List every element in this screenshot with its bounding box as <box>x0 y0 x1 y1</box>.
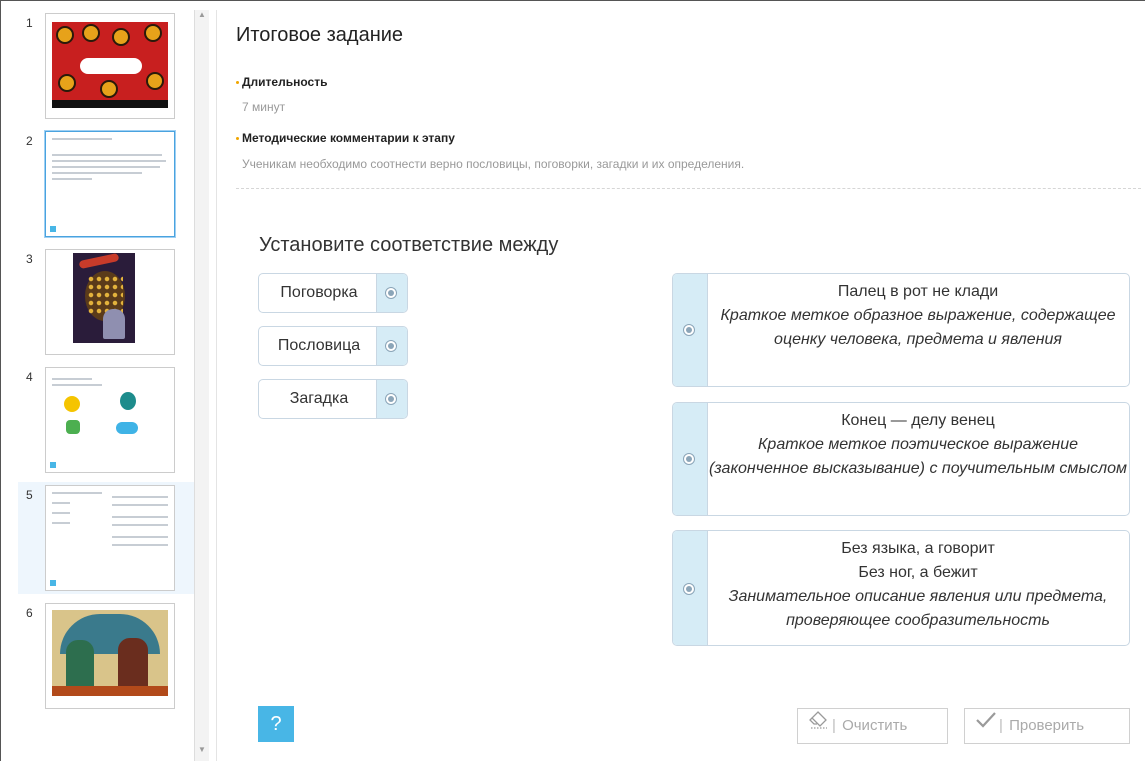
slide-number: 2 <box>26 134 33 148</box>
folk-ornament-image <box>52 22 168 108</box>
left-item-label: Загадка <box>289 390 349 407</box>
clear-button[interactable]: | Очистить <box>797 708 948 744</box>
fairy-tale-illustration <box>73 252 135 343</box>
slide-item-2[interactable]: 2 <box>18 128 194 240</box>
slide-item-1[interactable]: 1 <box>18 10 194 122</box>
right-item-text: Без языка, а говорит Без ног, а бежит За… <box>707 531 1129 645</box>
clear-button-label: Очистить <box>842 717 908 734</box>
bullet-icon <box>236 137 239 140</box>
scroll-down-arrow-icon[interactable]: ▼ <box>197 745 207 755</box>
definition-text: Занимательное описание явления или предм… <box>728 588 1108 629</box>
task-instruction: Установите соответствие между <box>259 234 559 256</box>
check-button[interactable]: | Проверить <box>964 708 1130 744</box>
connector-handle[interactable] <box>673 531 708 645</box>
slide-thumbnail-6[interactable] <box>45 603 175 709</box>
slide-number: 5 <box>26 488 33 502</box>
right-item-text: Палец в рот не клади Краткое меткое обра… <box>707 274 1129 386</box>
checkmark-icon <box>975 709 997 743</box>
slide-item-4[interactable]: 4 <box>18 364 194 476</box>
slide-number: 6 <box>26 606 33 620</box>
panel-divider <box>216 10 217 761</box>
slide-item-3[interactable]: 3 <box>18 246 194 358</box>
example-text: Конец — делу венец <box>841 412 995 429</box>
slide-thumbnail-5[interactable] <box>45 485 175 591</box>
duration-value: 7 минут <box>242 100 286 114</box>
slides-sidebar: 1 2 3 4 5 6 <box>18 10 194 761</box>
right-item-2[interactable]: Конец — делу венец Краткое меткое поэтич… <box>672 402 1130 516</box>
left-item-pogovorka[interactable]: Поговорка <box>258 273 408 313</box>
right-item-text: Конец — делу венец Краткое меткое поэтич… <box>707 403 1129 515</box>
slide-thumbnail-3[interactable] <box>45 249 175 355</box>
connector-handle[interactable] <box>673 274 708 386</box>
slide-item-5[interactable]: 5 <box>18 482 194 594</box>
left-item-label: Пословица <box>277 337 361 354</box>
connector-handle[interactable] <box>673 403 708 515</box>
right-item-1[interactable]: Палец в рот не клади Краткое меткое обра… <box>672 273 1130 387</box>
example-text: Палец в рот не клади <box>837 283 999 300</box>
eraser-icon <box>808 709 830 743</box>
connector-handle[interactable] <box>376 380 407 418</box>
bullet-icon <box>236 81 239 84</box>
slide-number: 1 <box>26 16 33 30</box>
left-item-poslovitsa[interactable]: Пословица <box>258 326 408 366</box>
definition-text: Краткое меткое поэтическое выражение (за… <box>708 436 1128 477</box>
example-text: Без языка, а говорит <box>841 540 995 557</box>
radio-icon[interactable] <box>683 324 695 336</box>
left-item-zagadka[interactable]: Загадка <box>258 379 408 419</box>
example-text: Без ног, а бежит <box>858 564 978 581</box>
radio-icon[interactable] <box>385 287 397 299</box>
stage-title: Итоговое задание <box>236 24 404 46</box>
radio-icon[interactable] <box>683 583 695 595</box>
sidebar-scrollbar[interactable]: ▲ ▼ <box>194 10 209 761</box>
radio-icon[interactable] <box>683 453 695 465</box>
slide-number: 3 <box>26 252 33 266</box>
slide-number: 4 <box>26 370 33 384</box>
slide-item-6[interactable]: 6 <box>18 600 194 712</box>
scroll-up-arrow-icon[interactable]: ▲ <box>197 10 207 20</box>
help-button[interactable]: ? <box>258 706 294 742</box>
connector-handle[interactable] <box>376 274 407 312</box>
slide-thumbnail-4[interactable] <box>45 367 175 473</box>
connector-handle[interactable] <box>376 327 407 365</box>
comments-label: Методические комментарии к этапу <box>242 131 455 145</box>
slide-thumbnail-2[interactable] <box>45 131 175 237</box>
comments-value: Ученикам необходимо соотнести верно посл… <box>242 157 745 171</box>
check-button-label: Проверить <box>1009 717 1085 734</box>
duration-label: Длительность <box>242 75 328 89</box>
left-item-label: Поговорка <box>280 284 358 301</box>
slide-thumbnail-1[interactable] <box>45 13 175 119</box>
radio-icon[interactable] <box>385 340 397 352</box>
radio-icon[interactable] <box>385 393 397 405</box>
definition-text: Краткое меткое образное выражение, содер… <box>720 307 1116 348</box>
right-item-3[interactable]: Без языка, а говорит Без ног, а бежит За… <box>672 530 1130 646</box>
section-divider <box>236 188 1141 189</box>
folk-painting-image <box>52 610 168 696</box>
